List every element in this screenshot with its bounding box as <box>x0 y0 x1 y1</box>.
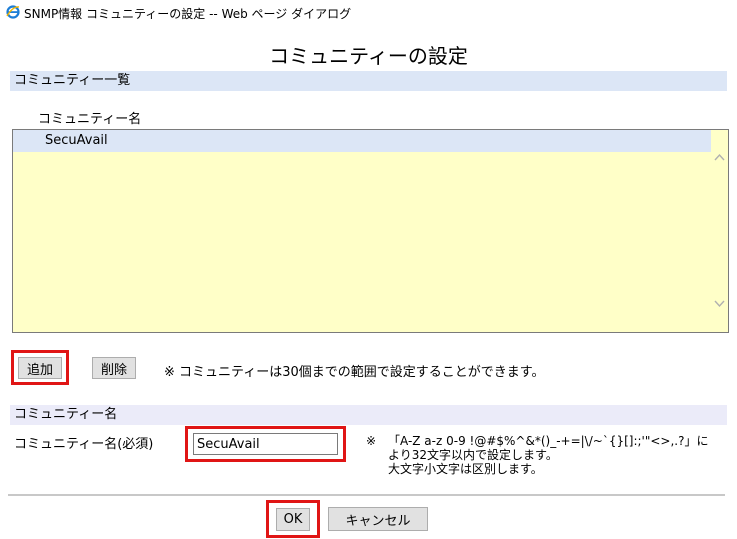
add-button[interactable]: 追加 <box>18 357 62 379</box>
edit-section-header: コミュニティー名 <box>10 405 727 425</box>
note-line-1: 「A-Z a-z 0-9 !@#$%^&*()_-+=|\/~`{}[]:;'"… <box>388 434 709 448</box>
community-name-column-label: コミュニティー名 <box>38 112 142 127</box>
note-line-2: より32文字以内で設定します。 <box>388 448 558 462</box>
community-list-section-header: コミュニティー一覧 <box>10 71 727 91</box>
window-titlebar: SNMP情報 コミュニティーの設定 -- Web ページ ダイアログ <box>0 0 737 26</box>
ie-icon <box>6 5 20 19</box>
community-name-field-label: コミュニティー名(必須) <box>14 437 154 452</box>
page-title: コミュニティーの設定 <box>269 44 468 68</box>
scroll-up-icon[interactable] <box>714 152 725 163</box>
footer-divider <box>8 494 725 496</box>
allowed-chars-note: 「A-Z a-z 0-9 !@#$%^&*()_-+=|\/~`{}[]:;'"… <box>388 434 708 476</box>
community-name-input[interactable] <box>193 433 338 455</box>
window-title: SNMP情報 コミュニティーの設定 -- Web ページ ダイアログ <box>24 7 352 21</box>
delete-button[interactable]: 削除 <box>92 357 136 379</box>
note-line-3: 大文字小文字は区別します。 <box>388 462 543 476</box>
ok-button[interactable]: OK <box>276 508 310 531</box>
note-mark: ※ <box>366 434 377 448</box>
list-item[interactable]: SecuAvail <box>13 130 712 152</box>
scroll-down-icon[interactable] <box>714 299 725 310</box>
listbox-scrollbar[interactable] <box>711 130 728 332</box>
community-listbox[interactable]: SecuAvail <box>12 129 729 333</box>
cancel-button[interactable]: キャンセル <box>328 507 428 531</box>
list-limit-note: ※ コミュニティーは30個までの範囲で設定することができます。 <box>164 365 545 380</box>
